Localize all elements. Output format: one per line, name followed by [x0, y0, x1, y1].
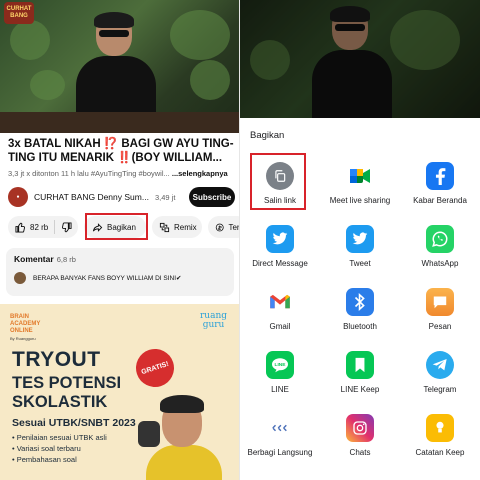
keep-icon [426, 414, 454, 442]
ad-bullet-list: Penilaian sesuai UTBK asli Variasi soal … [12, 432, 107, 465]
instagram-icon [346, 414, 374, 442]
facebook-icon [426, 162, 454, 190]
ad-headline-3: SKOLASTIK [12, 393, 108, 411]
ruangguru-logo: ruang guru [200, 311, 228, 330]
share-sheet: Bagikan Salin link Meet live sharing Kab… [240, 118, 480, 480]
brain-academy-logo: BRAIN ACADEMY ONLINE By Ruangguru [10, 314, 41, 341]
subscriber-count: 3,49 jt [155, 192, 176, 202]
channel-avatar[interactable]: ● [8, 187, 28, 207]
top-comment: BERAPA BANYAK FANS BOYY WILLIAM DI SINI✔ [14, 272, 226, 284]
share-target-instagram-chats[interactable]: Chats [320, 414, 400, 457]
share-sheet-title: Bagikan [250, 130, 285, 141]
share-target-label: Pesan [428, 322, 452, 331]
share-target-label: Berbagi Langsung [247, 448, 313, 457]
share-target-label: Gmail [269, 322, 291, 331]
share-target-tweet[interactable]: Tweet [320, 225, 400, 268]
share-target-facebook[interactable]: Kabar Beranda [400, 162, 480, 205]
twitter-icon [266, 225, 294, 253]
share-target-telegram[interactable]: Telegram [400, 351, 480, 394]
ad-headline-2: TES POTENSI [12, 374, 122, 392]
share-target-label: Bluetooth [343, 322, 377, 331]
commenter-avatar [14, 272, 26, 284]
remix-button[interactable]: Remix [152, 216, 202, 238]
share-target-whatsapp[interactable]: WhatsApp [400, 225, 480, 268]
video-title: 3x BATAL NIKAH ⁉️ BAGI GW AYU TING-TING … [8, 138, 234, 164]
video-stats: 3,3 jt x ditonton 11 h lalu #AyuTingTing… [8, 169, 170, 178]
message-icon [426, 288, 454, 316]
comment-count: 6,8 rb [56, 255, 76, 264]
channel-name[interactable]: CURHAT BANG Denny Sum... [34, 192, 152, 202]
share-target-label: LINE [271, 385, 289, 394]
twitter-icon [346, 225, 374, 253]
video-player-dimmed[interactable] [240, 0, 480, 118]
video-player[interactable]: CURHAT BANG [0, 0, 240, 133]
share-highlight-box [85, 213, 148, 240]
share-target-label: Direct Message [252, 259, 308, 268]
line-icon: LINE [266, 351, 294, 379]
comments-heading: Komentar 6,8 rb [14, 254, 76, 264]
share-target-label: Meet live sharing [329, 196, 391, 205]
share-target-line[interactable]: LINE LINE [240, 351, 320, 394]
share-target-label: WhatsApp [421, 259, 459, 268]
show-more-link[interactable]: ...selengkapnya [172, 169, 228, 178]
line-keep-icon [346, 351, 374, 379]
thanks-button[interactable]: Terim [208, 216, 240, 238]
youtube-video-pane: CURHAT BANG 3x BATAL NIKAH ⁉️ BAGI GW AY… [0, 0, 240, 480]
like-count[interactable]: 82 rb [30, 223, 48, 232]
share-target-meet[interactable]: Meet live sharing [320, 162, 400, 205]
ad-bullet: Penilaian sesuai UTBK asli [12, 432, 107, 443]
subscribe-button[interactable]: Subscribe [189, 187, 235, 207]
share-target-messages[interactable]: Pesan [400, 288, 480, 331]
ad-subheadline: Sesuai UTBK/SNBT 2023 [12, 417, 136, 429]
copy-link-highlight-box [250, 153, 306, 210]
share-target-label: Chats [349, 448, 371, 457]
telegram-icon [426, 351, 454, 379]
remix-icon [159, 222, 170, 232]
thumbs-up-icon[interactable] [15, 222, 26, 233]
svg-text:LINE: LINE [275, 362, 287, 368]
remix-label: Remix [174, 222, 197, 232]
google-meet-icon [346, 162, 374, 190]
share-target-keep-notes[interactable]: Catatan Keep [400, 414, 480, 457]
video-meta[interactable]: 3,3 jt x ditonton 11 h lalu #AyuTingTing… [8, 169, 240, 178]
share-target-label: Catatan Keep [415, 448, 465, 457]
bluetooth-icon [346, 288, 374, 316]
free-badge: GRATIS! [131, 344, 179, 392]
share-target-bluetooth[interactable]: Bluetooth [320, 288, 400, 331]
share-target-label: Tweet [349, 259, 371, 268]
sponsored-ad[interactable]: BRAIN ACADEMY ONLINE By Ruangguru ruang … [0, 304, 240, 480]
thumbs-down-icon[interactable] [61, 221, 72, 233]
whatsapp-icon [426, 225, 454, 253]
channel-logo-overlay: CURHAT BANG [4, 2, 34, 24]
share-target-label: Telegram [423, 385, 457, 394]
comments-panel[interactable]: Komentar 6,8 rb BERAPA BANYAK FANS BOYY W… [6, 248, 234, 296]
channel-row: ● CURHAT BANG Denny Sum... 3,49 jt Subsc… [8, 186, 240, 208]
ad-bullet: Variasi soal terbaru [12, 443, 107, 454]
super-thanks-icon [215, 223, 224, 231]
ad-bullet: Pembahasan soal [12, 454, 107, 465]
ad-headline-1: TRYOUT [12, 348, 101, 371]
share-target-direct-share[interactable]: Berbagi Langsung [240, 414, 320, 457]
direct-share-icon [266, 414, 294, 442]
share-target-gmail[interactable]: Gmail [240, 288, 320, 331]
share-target-direct-message[interactable]: Direct Message [240, 225, 320, 268]
share-target-line-keep[interactable]: LINE Keep [320, 351, 400, 394]
share-target-label: Kabar Beranda [413, 196, 467, 205]
top-comment-text: BERAPA BANYAK FANS BOYY WILLIAM DI SINI✔ [33, 275, 182, 282]
gmail-icon [266, 288, 294, 316]
share-screen-pane: Bagikan Salin link Meet live sharing Kab… [240, 0, 480, 480]
ad-student-figure [138, 395, 222, 480]
share-target-label: LINE Keep [340, 385, 380, 394]
like-dislike-pill: 82 rb [8, 216, 78, 238]
